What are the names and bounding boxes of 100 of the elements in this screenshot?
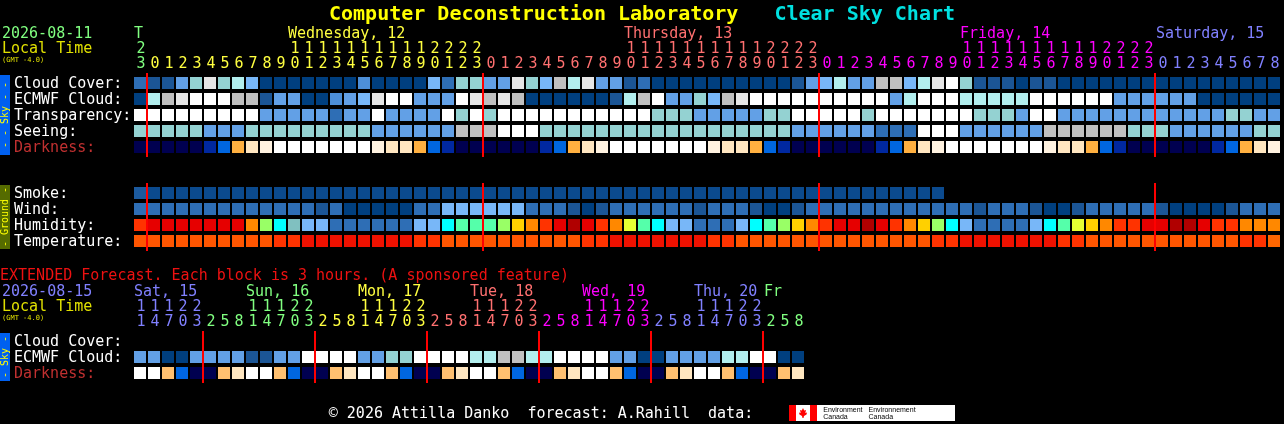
day-label: Thursday, 13 <box>624 26 733 41</box>
hour-label: 17 <box>276 299 286 329</box>
hour-label: 0 <box>1158 56 1168 71</box>
hour-label: 0 <box>822 56 832 71</box>
day-label: Mon, 17 <box>358 284 422 299</box>
hour-label: 16 <box>710 41 720 71</box>
hour-label: 17 <box>388 41 398 71</box>
hour-label: 20 <box>290 299 300 329</box>
hour-label: 8 <box>570 314 580 329</box>
hour-label: 2 <box>654 314 664 329</box>
hour-label: 11 <box>696 299 706 329</box>
hour-label: 23 <box>640 299 650 329</box>
hour-label: 20 <box>1102 41 1112 71</box>
hour-label: 2 <box>766 314 776 329</box>
hour-label: 9 <box>276 56 286 71</box>
row-label: Transparency: <box>14 107 132 123</box>
forecast-date: 2026-08-15 <box>2 284 94 299</box>
hour-label: 8 <box>458 314 468 329</box>
hour-label: 9 <box>948 56 958 71</box>
day-label: Tue, 18 <box>470 284 534 299</box>
hour-label: 9 <box>612 56 622 71</box>
day-label: Sat, 15 <box>134 284 198 299</box>
hour-label: 23 <box>416 299 426 329</box>
hour-label: 21 <box>1116 41 1126 71</box>
hour-label: 14 <box>262 299 272 329</box>
hour-label: 12 <box>318 41 328 71</box>
hour-label: 7 <box>248 56 258 71</box>
hour-label: 11 <box>640 41 650 71</box>
day-label: Wed, 19 <box>582 284 646 299</box>
hour-label: 4 <box>878 56 888 71</box>
hour-label: 8 <box>262 56 272 71</box>
hour-label: 11 <box>472 299 482 329</box>
hour-label: 2 <box>850 56 860 71</box>
hour-label: 7 <box>1256 56 1266 71</box>
hour-label: 14 <box>598 299 608 329</box>
hour-label: 15 <box>1032 41 1042 71</box>
hour-label: 6 <box>234 56 244 71</box>
lab-title: Computer Deconstruction Laboratory <box>329 0 739 26</box>
hour-label: 8 <box>934 56 944 71</box>
hour-label: 7 <box>584 56 594 71</box>
row-label: Darkness: <box>14 139 96 155</box>
hour-label: 23 <box>528 299 538 329</box>
hour-label: 19 <box>752 41 762 71</box>
hour-label: 11 <box>976 41 986 71</box>
hour-label: 13 <box>1004 41 1014 71</box>
hour-label: 11 <box>248 299 258 329</box>
hour-label: 13 <box>332 41 342 71</box>
hour-label: 6 <box>1242 56 1252 71</box>
forecast-date: 2026-08-11 <box>2 26 94 41</box>
hour-label: 19 <box>416 41 426 71</box>
hour-label: 4 <box>1214 56 1224 71</box>
hour-label: 8 <box>794 314 804 329</box>
hour-label: 3 <box>1200 56 1210 71</box>
hour-label: 20 <box>402 299 412 329</box>
hour-label: 4 <box>542 56 552 71</box>
hour-label: 5 <box>332 314 342 329</box>
hour-label: 3 <box>528 56 538 71</box>
hour-label: 22 <box>1130 41 1140 71</box>
hour-label: 6 <box>570 56 580 71</box>
hour-label: 2 <box>514 56 524 71</box>
hour-label: 18 <box>402 41 412 71</box>
day-label: Friday, 14 <box>960 26 1051 41</box>
hour-label: 11 <box>136 299 146 329</box>
hour-label: 0 <box>486 56 496 71</box>
row-label: ECMWF Cloud: <box>14 91 123 107</box>
hour-label: 8 <box>346 314 356 329</box>
hour-label: 23 <box>304 299 314 329</box>
row-label: Cloud Cover: <box>14 333 123 349</box>
hour-label: 14 <box>150 299 160 329</box>
hour-label: 1 <box>500 56 510 71</box>
row-label: Darkness: <box>14 365 96 381</box>
hour-label: 2 <box>1186 56 1196 71</box>
hour-label: 18 <box>738 41 748 71</box>
hour-label: 15 <box>696 41 706 71</box>
hour-label: 5 <box>220 314 230 329</box>
hour-label: 22 <box>794 41 804 71</box>
hour-label: 14 <box>710 299 720 329</box>
hour-label: 20 <box>738 299 748 329</box>
time-label: Local Time <box>2 41 94 56</box>
hour-label: 23 <box>752 299 762 329</box>
hour-label: 23 <box>136 41 146 71</box>
hour-label: 5 <box>220 56 230 71</box>
hour-label: 20 <box>514 299 524 329</box>
hour-label: 17 <box>164 299 174 329</box>
hour-label: 8 <box>598 56 608 71</box>
hour-label: 17 <box>500 299 510 329</box>
time-label: Local Time <box>2 299 94 314</box>
flag-icon <box>789 405 818 421</box>
hour-label: 3 <box>864 56 874 71</box>
hour-label: 5 <box>780 314 790 329</box>
hour-label: 14 <box>346 41 356 71</box>
hour-label: 17 <box>1060 41 1070 71</box>
hour-label: 11 <box>304 41 314 71</box>
hour-label: 20 <box>430 41 440 71</box>
hour-label: 17 <box>724 41 734 71</box>
hour-label: 12 <box>654 41 664 71</box>
hour-label: 23 <box>808 41 818 71</box>
hour-label: 5 <box>892 56 902 71</box>
hour-label: 2 <box>430 314 440 329</box>
hour-label: 1 <box>164 56 174 71</box>
